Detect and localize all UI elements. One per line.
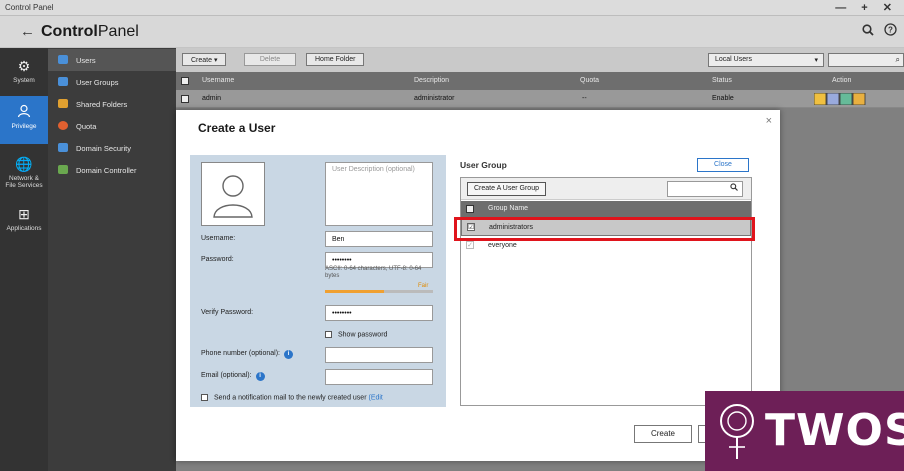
rail-item-applications[interactable]: ⊞ Applications bbox=[0, 206, 48, 240]
user-scope-select[interactable]: Local Users ▾ bbox=[708, 53, 824, 67]
select-all-checkbox[interactable] bbox=[181, 77, 189, 85]
svg-text:?: ? bbox=[888, 26, 893, 35]
search-icon: ⌕ bbox=[895, 55, 900, 64]
show-password-checkbox[interactable]: Show password bbox=[325, 331, 387, 338]
sidebar-item-user-groups[interactable]: User Groups bbox=[48, 71, 176, 93]
password-strength-bar bbox=[325, 290, 433, 293]
create-button[interactable]: Create bbox=[634, 425, 692, 443]
action-icons[interactable] bbox=[813, 92, 866, 107]
username-field[interactable]: Ben bbox=[325, 231, 433, 247]
phone-field[interactable] bbox=[325, 347, 433, 363]
checkbox-icon bbox=[201, 394, 208, 401]
watermark-text: TWOS bbox=[765, 405, 904, 456]
rail-item-system[interactable]: ⚙ System bbox=[0, 58, 48, 96]
window-title-bar: Control Panel — + ✕ bbox=[0, 0, 904, 16]
brain-logo-icon bbox=[713, 399, 761, 463]
email-label: Email (optional): i bbox=[201, 372, 265, 381]
phone-label: Phone number (optional): i bbox=[201, 350, 293, 359]
sidebar-item-shared-folders[interactable]: Shared Folders bbox=[48, 93, 176, 115]
back-arrow-icon[interactable]: ← bbox=[20, 23, 35, 40]
search-icon bbox=[730, 183, 738, 193]
app-title: ControlPanel bbox=[41, 23, 139, 40]
info-icon[interactable]: i bbox=[284, 350, 293, 359]
folder-icon bbox=[58, 99, 68, 108]
notify-checkbox[interactable]: Send a notification mail to the newly cr… bbox=[201, 394, 383, 401]
users-icon bbox=[58, 55, 68, 64]
group-checkbox[interactable]: ✓ bbox=[466, 241, 474, 249]
verify-password-field[interactable]: •••••••• bbox=[325, 305, 433, 321]
row-checkbox[interactable] bbox=[181, 95, 189, 103]
create-user-group-button[interactable]: Create A User Group bbox=[467, 182, 546, 196]
user-icon bbox=[0, 104, 48, 121]
highlight-box bbox=[454, 217, 755, 241]
users-table-header: Username Description Quota Status Action bbox=[176, 72, 904, 90]
rail-item-network[interactable]: 🌐 Network & File Services bbox=[0, 156, 48, 194]
create-dropdown-button[interactable]: Create ▾ bbox=[182, 53, 227, 66]
password-label: Password: bbox=[201, 256, 234, 263]
app-header: ← ControlPanel ? bbox=[0, 16, 904, 48]
user-info-panel: User Description (optional) Username: Be… bbox=[190, 155, 446, 407]
home-folder-button[interactable]: Home Folder bbox=[306, 53, 365, 66]
globe-icon: 🌐 bbox=[15, 156, 33, 172]
gear-icon: ⚙ bbox=[17, 58, 31, 74]
rail-item-privilege[interactable]: Privilege bbox=[0, 96, 48, 144]
sidebar-item-users[interactable]: Users bbox=[48, 49, 176, 71]
sidebar: Users User Groups Shared Folders Quota D… bbox=[48, 48, 176, 471]
user-toolbar: Create ▾ Delete Home Folder Local Users … bbox=[176, 48, 904, 72]
username-label: Username: bbox=[201, 235, 236, 242]
user-group-panel: User Group Close Create A User Group Gro… bbox=[460, 155, 752, 407]
domain-security-icon bbox=[58, 143, 68, 152]
verify-password-label: Verify Password: bbox=[201, 309, 254, 316]
avatar[interactable] bbox=[201, 162, 265, 226]
group-list: Create A User Group Group Name ☑ adminis… bbox=[460, 177, 752, 406]
close-button[interactable]: Close bbox=[697, 158, 749, 172]
edit-link[interactable]: (Edit bbox=[368, 394, 382, 401]
create-user-dialog: Create a User × User Description (option… bbox=[176, 110, 780, 461]
user-group-title: User Group bbox=[460, 160, 507, 170]
applications-icon: ⊞ bbox=[18, 206, 30, 222]
info-icon[interactable]: i bbox=[255, 372, 265, 381]
password-hint: ASCII: 0-64 characters, UTF-8: 0-64 byte… bbox=[325, 266, 422, 279]
domain-controller-icon bbox=[58, 165, 68, 174]
password-strength-label: Fair bbox=[418, 283, 429, 289]
table-row[interactable]: admin administrator -- Enable bbox=[176, 90, 904, 108]
sidebar-item-domain-controller[interactable]: Domain Controller bbox=[48, 159, 176, 181]
description-field[interactable]: User Description (optional) bbox=[325, 162, 433, 226]
dialog-title: Create a User bbox=[198, 121, 276, 135]
select-all-groups-checkbox[interactable] bbox=[466, 205, 474, 213]
user-search-input[interactable]: ⌕ bbox=[828, 53, 904, 67]
sidebar-item-quota[interactable]: Quota bbox=[48, 115, 176, 137]
group-search-input[interactable] bbox=[667, 181, 743, 197]
window-title: Control Panel bbox=[5, 3, 54, 12]
help-icon[interactable]: ? bbox=[884, 23, 897, 39]
close-icon[interactable]: × bbox=[766, 115, 772, 127]
quota-icon bbox=[58, 121, 68, 130]
user-groups-icon bbox=[58, 77, 68, 86]
window-controls[interactable]: — + ✕ bbox=[835, 1, 898, 14]
delete-button[interactable]: Delete bbox=[244, 53, 296, 66]
email-field[interactable] bbox=[325, 369, 433, 385]
checkbox-icon bbox=[325, 331, 332, 338]
watermark: TWOS bbox=[705, 391, 904, 471]
chevron-down-icon: ▾ bbox=[814, 57, 818, 64]
search-icon[interactable] bbox=[862, 24, 874, 39]
sidebar-item-domain-security[interactable]: Domain Security bbox=[48, 137, 176, 159]
group-table-header: Group Name bbox=[461, 201, 751, 217]
group-toolbar: Create A User Group bbox=[461, 178, 751, 200]
category-rail: ⚙ System Privilege 🌐 Network & File Servi… bbox=[0, 48, 48, 471]
